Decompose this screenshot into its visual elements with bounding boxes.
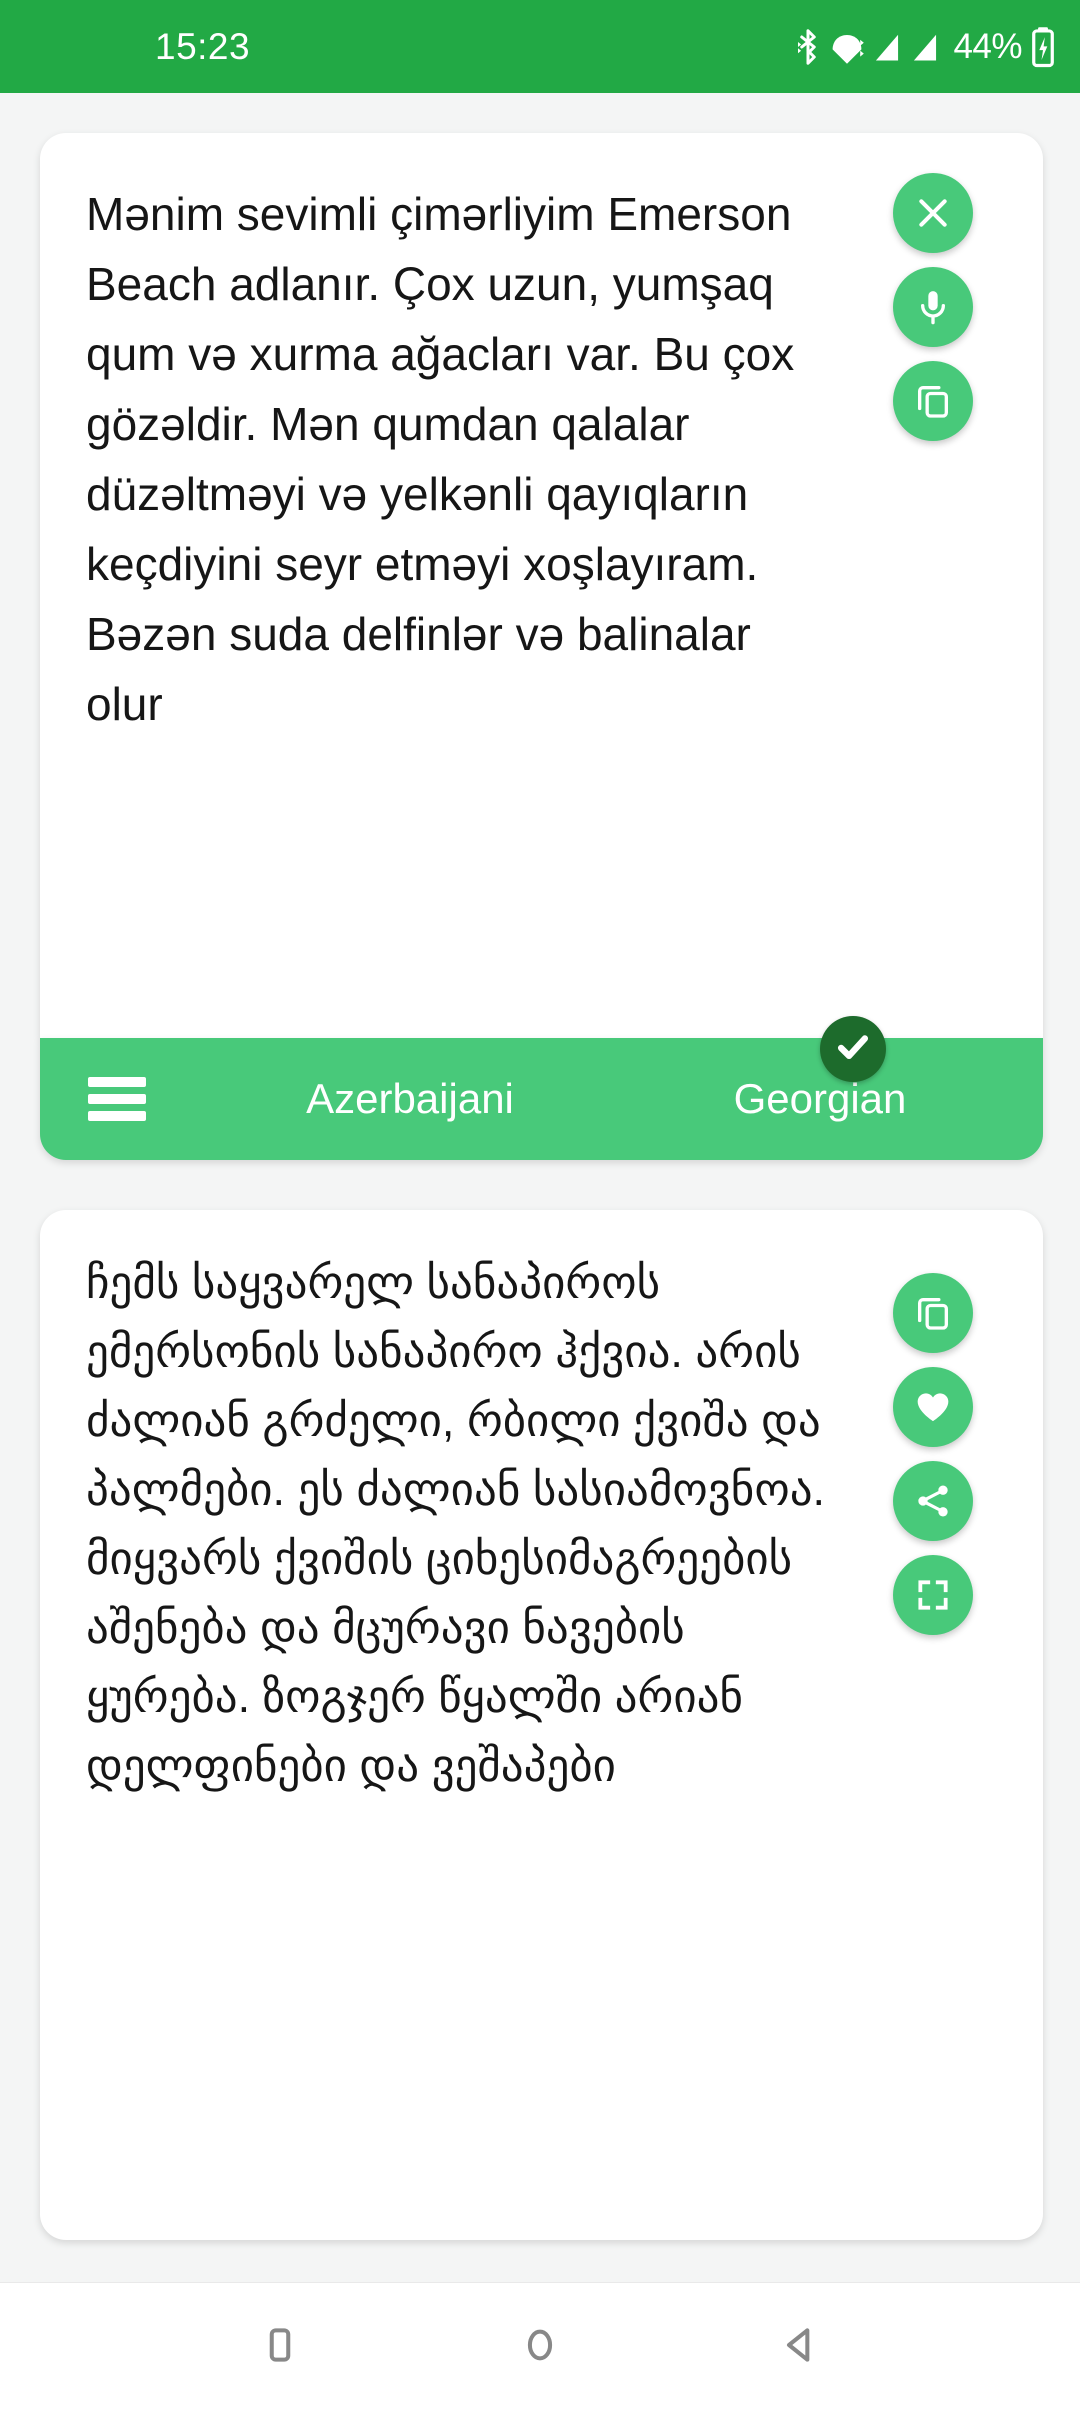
source-language-button[interactable]: Azerbaijani bbox=[210, 1075, 610, 1123]
battery-percent-label: 44% bbox=[953, 26, 1022, 66]
copy-icon bbox=[913, 381, 953, 421]
copy-icon bbox=[913, 1293, 953, 1333]
menu-line bbox=[88, 1094, 146, 1104]
microphone-icon bbox=[913, 287, 953, 327]
target-text-card: ჩემს საყვარელ სანაპიროს ემერსონის სანაპი… bbox=[40, 1210, 1043, 2240]
circle-icon bbox=[518, 2323, 562, 2372]
bluetooth-icon bbox=[793, 27, 823, 67]
favorite-button[interactable] bbox=[893, 1367, 973, 1447]
fullscreen-icon bbox=[914, 1576, 952, 1614]
wifi-icon bbox=[829, 27, 865, 67]
copy-button[interactable] bbox=[893, 1273, 973, 1353]
app-screen: 15:23 44% Mənim sevimli çimərliyim Emers… bbox=[0, 0, 1080, 2412]
menu-line bbox=[88, 1077, 146, 1087]
check-icon bbox=[834, 1028, 872, 1071]
menu-line bbox=[88, 1111, 146, 1121]
share-button[interactable] bbox=[893, 1461, 973, 1541]
fullscreen-button[interactable] bbox=[893, 1555, 973, 1635]
language-selector-bar: Azerbaijani Georgian bbox=[40, 1016, 1043, 1160]
menu-icon[interactable] bbox=[88, 1077, 146, 1121]
target-language-selected-badge bbox=[820, 1016, 886, 1082]
source-text-card: Mənim sevimli çimərliyim Emerson Beach a… bbox=[40, 133, 1043, 1038]
android-navigation-bar bbox=[0, 2283, 1080, 2412]
copy-button[interactable] bbox=[893, 361, 973, 441]
status-bar: 15:23 44% bbox=[0, 0, 1080, 93]
close-icon bbox=[913, 193, 953, 233]
home-button[interactable] bbox=[485, 2293, 595, 2403]
status-bar-clock: 15:23 bbox=[155, 25, 251, 67]
square-icon bbox=[258, 2323, 302, 2372]
share-icon bbox=[913, 1481, 953, 1521]
recents-button[interactable] bbox=[225, 2293, 335, 2403]
triangle-back-icon bbox=[778, 2323, 822, 2372]
microphone-button[interactable] bbox=[893, 267, 973, 347]
target-language-button[interactable]: Georgian bbox=[600, 1075, 1040, 1123]
source-text[interactable]: Mənim sevimli çimərliyim Emerson Beach a… bbox=[86, 179, 826, 739]
battery-charging-icon bbox=[1030, 26, 1056, 68]
status-bar-icons: 44% bbox=[793, 26, 1056, 68]
back-button[interactable] bbox=[745, 2293, 855, 2403]
close-button[interactable] bbox=[893, 173, 973, 253]
target-text[interactable]: ჩემს საყვარელ სანაპიროს ემერსონის სანაპი… bbox=[86, 1248, 846, 1800]
signal-icon bbox=[909, 27, 941, 67]
signal-icon bbox=[871, 27, 903, 67]
heart-icon bbox=[913, 1387, 953, 1427]
